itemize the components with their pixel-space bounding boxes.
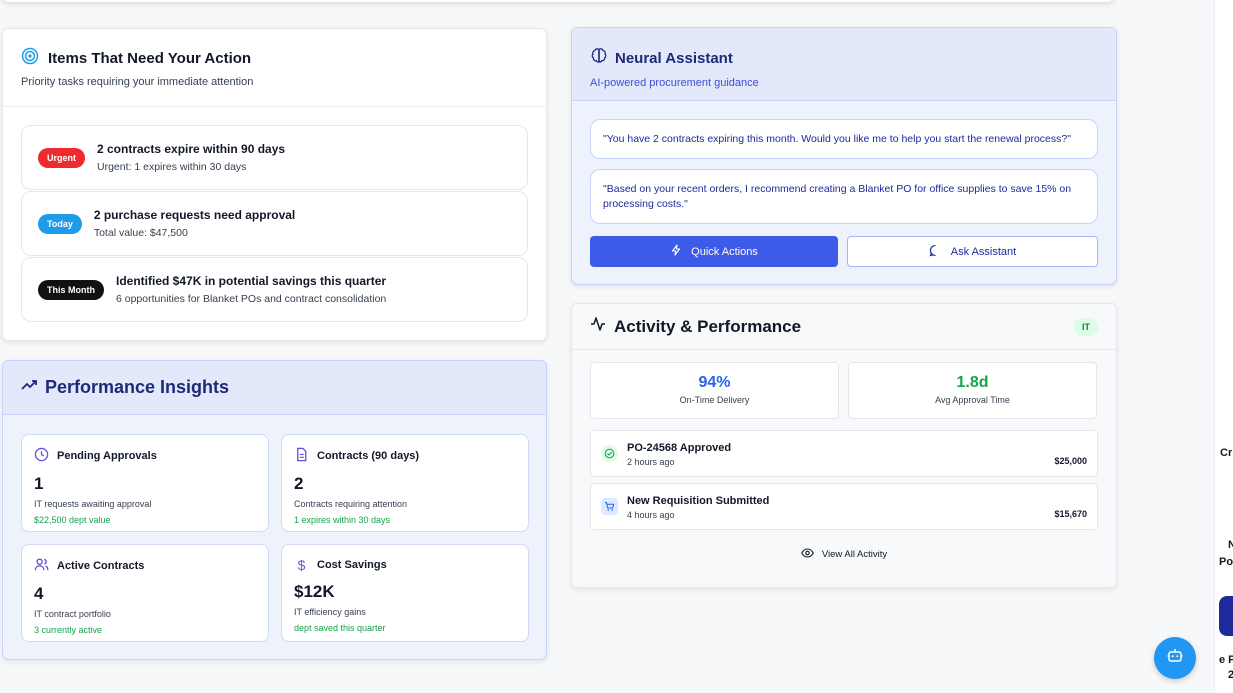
tile-pending-approvals[interactable]: Pending Approvals 1 IT requests awaiting… [21, 434, 269, 532]
action-card-title: Items That Need Your Action [48, 49, 252, 67]
side-panel-text: N [1228, 539, 1233, 551]
tile-active-contracts[interactable]: Active Contracts 4 IT contract portfolio… [21, 544, 269, 642]
side-panel-text: Pov [1219, 556, 1233, 568]
action-item-today[interactable]: Today 2 purchase requests need approval … [21, 191, 528, 256]
side-panel-text: e P [1219, 654, 1233, 666]
users-icon [34, 557, 49, 575]
activity-pulse-icon [590, 316, 606, 337]
activity-title: PO-24568 Approved [627, 442, 732, 454]
insights-title: Performance Insights [45, 377, 230, 397]
metric-value: 1.8d [956, 374, 989, 391]
view-all-label: View All Activity [821, 549, 888, 560]
top-panel-edge [0, 0, 1116, 2]
tile-cost-savings[interactable]: $ Cost Savings $12K IT efficiency gains … [281, 544, 529, 642]
ask-assistant-label: Ask Assistant [950, 245, 1017, 258]
metric-avg-approval-time: 1.8d Avg Approval Time [848, 362, 1097, 419]
metric-value: 94% [698, 374, 731, 391]
brain-icon [590, 47, 608, 69]
action-item-title: Identified $47K in potential savings thi… [116, 274, 387, 288]
action-items-card: Items That Need Your Action Priority tas… [2, 28, 547, 341]
assistant-title: Neural Assistant [615, 49, 733, 67]
activity-title: Activity & Performance [614, 316, 802, 336]
action-item-subtitle: Urgent: 1 expires within 30 days [97, 161, 247, 173]
tile-note: $22,500 dept value [34, 515, 111, 525]
tile-description: IT efficiency gains [294, 607, 366, 617]
activity-time: 2 hours ago [627, 457, 675, 467]
dollar-icon: $ [297, 557, 306, 573]
side-panel-edge [1214, 0, 1233, 693]
urgent-badge: Urgent [38, 147, 85, 168]
tile-label: Pending Approvals [57, 450, 157, 462]
quick-actions-button[interactable]: Quick Actions [590, 236, 838, 267]
action-item-subtitle: 6 opportunities for Blanket POs and cont… [116, 293, 387, 305]
department-badge: IT [1074, 317, 1098, 336]
tile-value: $12K [294, 582, 335, 601]
view-all-activity-link[interactable]: View All Activity [572, 548, 1116, 561]
tile-contracts-90-days[interactable]: Contracts (90 days) 2 Contracts requirin… [281, 434, 529, 532]
robot-icon [1166, 647, 1184, 670]
side-panel-button-edge[interactable] [1219, 596, 1233, 636]
activity-row[interactable]: New Requisition Submitted 4 hours ago $1… [590, 483, 1098, 530]
activity-performance-card: Activity & Performance IT 94% On-Time De… [571, 303, 1117, 588]
action-card-subtitle: Priority tasks requiring your immediate … [21, 76, 254, 88]
target-icon [21, 47, 39, 69]
assistant-fab-button[interactable] [1154, 637, 1196, 679]
side-panel-text: Cr [1220, 447, 1233, 459]
trending-up-icon [21, 377, 37, 398]
action-item-subtitle: Total value: $47,500 [93, 227, 188, 239]
tile-value: 4 [34, 584, 44, 603]
tile-note: 1 expires within 30 days [294, 515, 391, 525]
action-item-title: 2 contracts expire within 90 days [97, 142, 286, 156]
assistant-suggestion[interactable]: "Based on your recent orders, I recommen… [590, 169, 1098, 224]
metric-label: On-Time Delivery [679, 395, 750, 405]
assistant-suggestion[interactable]: "You have 2 contracts expiring this mont… [590, 119, 1098, 159]
lightning-icon [670, 244, 682, 259]
this-month-badge: This Month [38, 279, 104, 300]
tile-note: dept saved this quarter [294, 623, 386, 633]
metric-on-time-delivery: 94% On-Time Delivery [590, 362, 839, 419]
activity-amount: $25,000 [1054, 456, 1087, 466]
activity-time: 4 hours ago [627, 510, 675, 520]
document-icon [294, 447, 309, 465]
tile-description: Contracts requiring attention [294, 499, 408, 509]
clock-icon [34, 447, 49, 465]
performance-insights-card: Performance Insights Pending Approvals 1… [2, 360, 547, 660]
today-badge: Today [38, 213, 82, 234]
activity-row[interactable]: PO-24568 Approved 2 hours ago $25,000 [590, 430, 1098, 477]
tile-label: Contracts (90 days) [317, 450, 420, 462]
tile-description: IT contract portfolio [34, 609, 111, 619]
tile-label: Cost Savings [317, 559, 387, 571]
neural-assistant-card: Neural Assistant AI-powered procurement … [571, 27, 1117, 285]
quick-actions-label: Quick Actions [691, 245, 758, 258]
action-item-month[interactable]: This Month Identified $47K in potential … [21, 257, 528, 322]
check-circle-icon [601, 445, 618, 462]
action-item-urgent[interactable]: Urgent 2 contracts expire within 90 days… [21, 125, 528, 190]
assistant-subtitle: AI-powered procurement guidance [590, 77, 759, 89]
metric-label: Avg Approval Time [935, 395, 1010, 405]
action-item-title: 2 purchase requests need approval [93, 208, 296, 222]
chat-bubble-icon [929, 244, 942, 260]
activity-amount: $15,670 [1054, 509, 1087, 519]
cart-icon [601, 498, 618, 515]
ask-assistant-button[interactable]: Ask Assistant [847, 236, 1098, 267]
tile-note: 3 currently active [34, 625, 103, 635]
activity-title: New Requisition Submitted [627, 495, 770, 507]
side-panel-text: 2 [1228, 669, 1233, 681]
tile-description: IT requests awaiting approval [34, 499, 152, 509]
tile-value: 2 [294, 474, 304, 493]
tile-label: Active Contracts [57, 560, 145, 572]
tile-value: 1 [34, 474, 44, 493]
eye-icon [801, 548, 814, 561]
